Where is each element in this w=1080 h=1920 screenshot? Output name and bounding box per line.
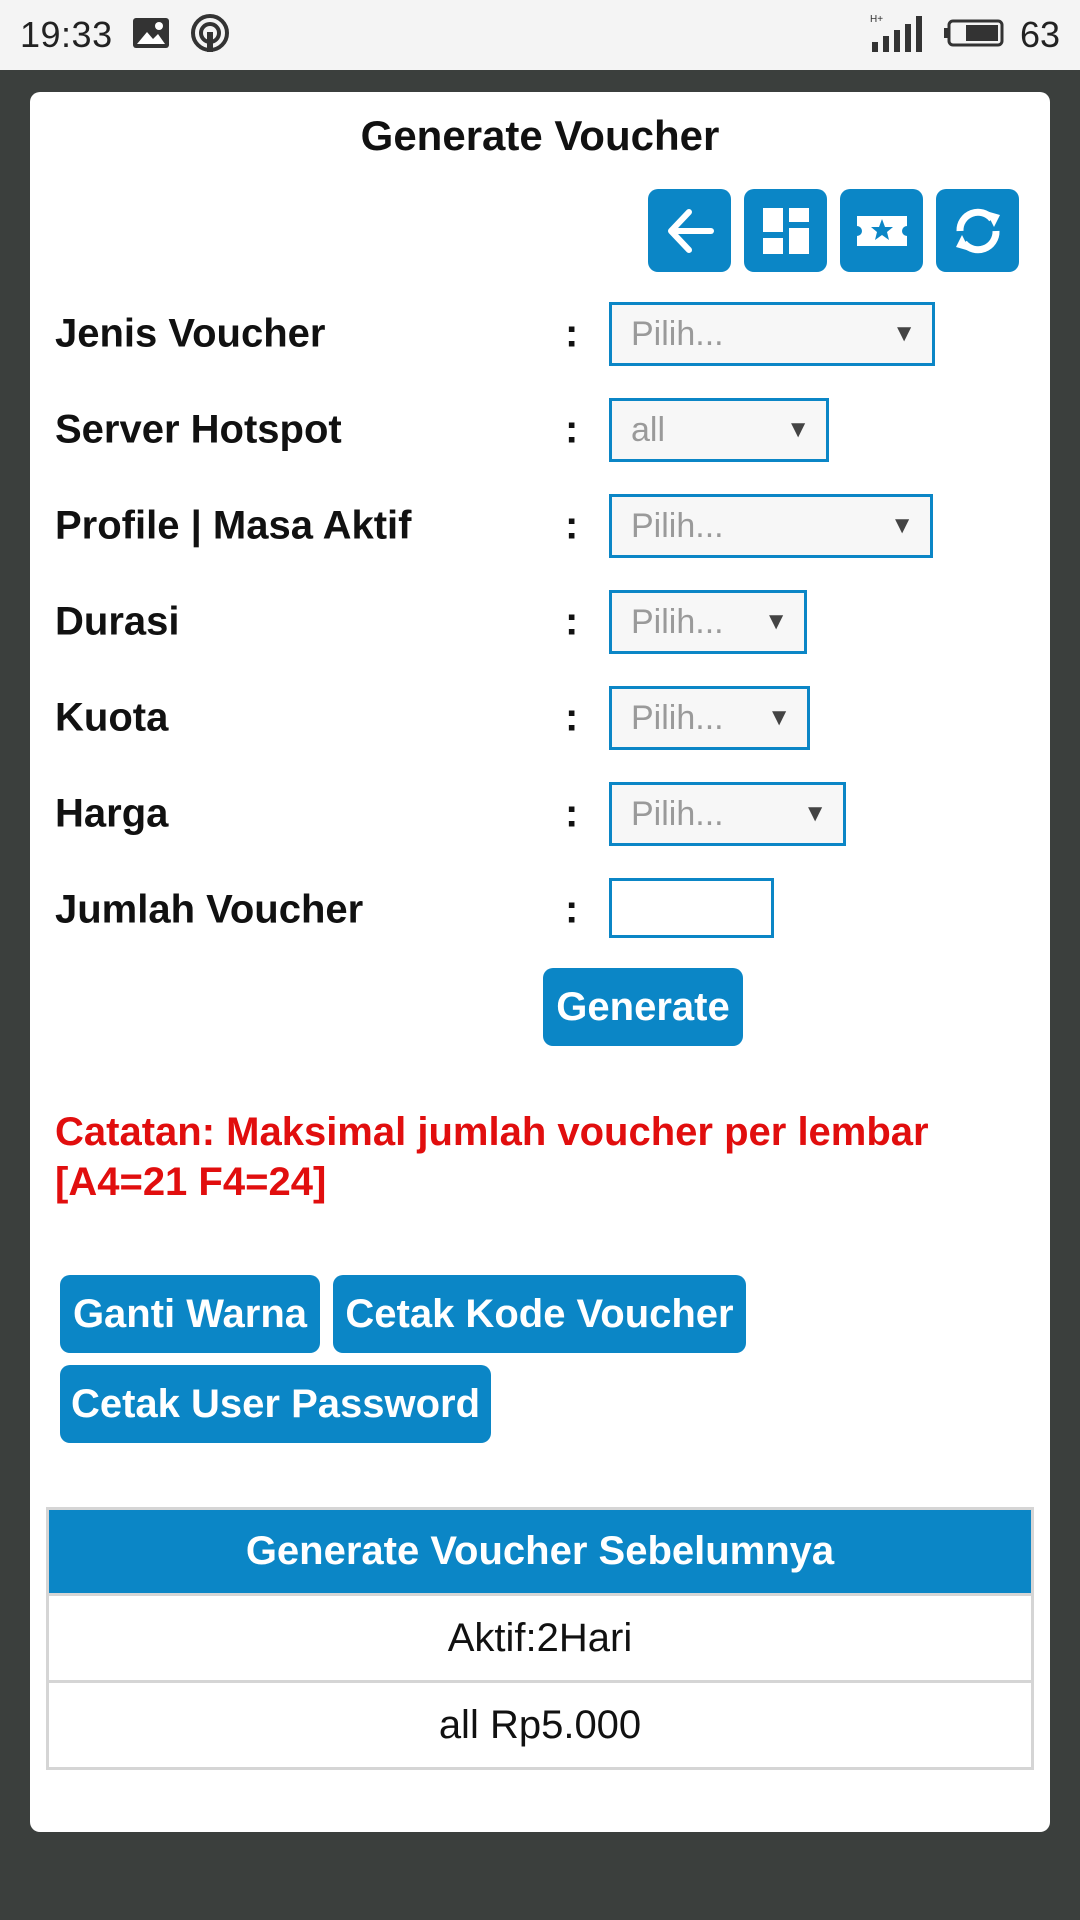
chevron-down-icon: ▼ bbox=[786, 416, 810, 443]
cetak-kode-voucher-button[interactable]: Cetak Kode Voucher bbox=[333, 1275, 746, 1353]
chevron-down-icon: ▼ bbox=[892, 320, 916, 347]
field-colon: : bbox=[565, 311, 579, 356]
select-value: Pilih... bbox=[631, 314, 724, 353]
ticket-star-icon bbox=[856, 215, 907, 246]
dashboard-icon bbox=[762, 207, 809, 254]
chevron-down-icon: ▼ bbox=[764, 608, 788, 635]
field-jumlah-voucher: Jumlah Voucher : bbox=[55, 878, 1035, 942]
select-value: Pilih... bbox=[631, 602, 724, 641]
toolbar bbox=[648, 189, 1019, 272]
svg-text:H+: H+ bbox=[870, 14, 883, 25]
field-label: Jumlah Voucher bbox=[55, 887, 364, 932]
field-jenis-voucher: Jenis Voucher : Pilih... ▼ bbox=[55, 302, 1035, 366]
select-value: all bbox=[631, 410, 666, 449]
refresh-button[interactable] bbox=[936, 189, 1019, 272]
harga-select[interactable]: Pilih... ▼ bbox=[609, 782, 846, 846]
server-hotspot-select[interactable]: all ▼ bbox=[609, 398, 829, 462]
field-colon: : bbox=[565, 791, 579, 836]
generate-button[interactable]: Generate bbox=[543, 968, 743, 1046]
voucher-list-button[interactable] bbox=[840, 189, 923, 272]
picture-notification-icon bbox=[131, 16, 171, 55]
field-colon: : bbox=[565, 599, 579, 644]
chevron-down-icon: ▼ bbox=[890, 512, 914, 539]
ganti-warna-button[interactable]: Ganti Warna bbox=[60, 1275, 320, 1353]
chevron-down-icon: ▼ bbox=[803, 800, 827, 827]
battery-icon bbox=[943, 19, 1004, 52]
field-label: Durasi bbox=[55, 599, 180, 644]
select-value: Pilih... bbox=[631, 698, 724, 737]
arrow-left-icon bbox=[667, 208, 714, 253]
history-table: Generate Voucher Sebelumnya Aktif:2Hari … bbox=[46, 1507, 1034, 1770]
field-label: Kuota bbox=[55, 695, 169, 740]
kuota-select[interactable]: Pilih... ▼ bbox=[609, 686, 810, 750]
battery-level: 63 bbox=[1019, 14, 1060, 55]
back-button[interactable] bbox=[648, 189, 731, 272]
field-durasi: Durasi : Pilih... ▼ bbox=[55, 590, 1035, 654]
table-row: Aktif:2Hari bbox=[49, 1593, 1031, 1680]
profile-select[interactable]: Pilih... ▼ bbox=[609, 494, 933, 558]
signal-icon: H+ bbox=[870, 12, 928, 59]
field-colon: : bbox=[565, 695, 579, 740]
table-row: all Rp5.000 bbox=[49, 1680, 1031, 1767]
field-label: Harga bbox=[55, 791, 169, 836]
jenis-voucher-select[interactable]: Pilih... ▼ bbox=[609, 302, 935, 366]
field-label: Jenis Voucher bbox=[55, 311, 326, 356]
field-kuota: Kuota : Pilih... ▼ bbox=[55, 686, 1035, 750]
voucher-card: Generate Voucher Jenis Voucher: Pilih..… bbox=[30, 92, 1050, 1832]
durasi-select[interactable]: Pilih... ▼ bbox=[609, 590, 807, 654]
field-label: Profile | Masa Aktif bbox=[55, 503, 412, 548]
status-time: 19:33 bbox=[20, 14, 113, 55]
status-bar: 19:33 H+ 63 bbox=[0, 0, 1080, 70]
field-colon: : bbox=[565, 887, 579, 932]
select-value: Pilih... bbox=[631, 506, 724, 545]
dashboard-button[interactable] bbox=[744, 189, 827, 272]
select-value: Pilih... bbox=[631, 794, 724, 833]
note-line-2: [A4=21 F4=24] bbox=[55, 1160, 327, 1204]
note-line-1: Catatan: Maksimal jumlah voucher per lem… bbox=[55, 1110, 929, 1154]
cetak-user-password-button[interactable]: Cetak User Password bbox=[60, 1365, 491, 1443]
field-colon: : bbox=[565, 407, 579, 452]
hotspot-icon bbox=[189, 12, 231, 59]
field-profile-masa-aktif: Profile | Masa Aktif : Pilih... ▼ bbox=[55, 494, 1035, 558]
field-harga: Harga : Pilih... ▼ bbox=[55, 782, 1035, 846]
jumlah-voucher-input[interactable] bbox=[609, 878, 774, 938]
field-server-hotspot: Server Hotspot : all ▼ bbox=[55, 398, 1035, 462]
refresh-icon bbox=[955, 208, 1000, 253]
history-table-header: Generate Voucher Sebelumnya bbox=[49, 1510, 1031, 1593]
field-label: Server Hotspot bbox=[55, 407, 342, 452]
note-text: Catatan: Maksimal jumlah voucher per lem… bbox=[55, 1107, 1015, 1207]
page-title: Generate Voucher bbox=[360, 112, 720, 159]
field-colon: : bbox=[565, 503, 579, 548]
chevron-down-icon: ▼ bbox=[767, 704, 791, 731]
